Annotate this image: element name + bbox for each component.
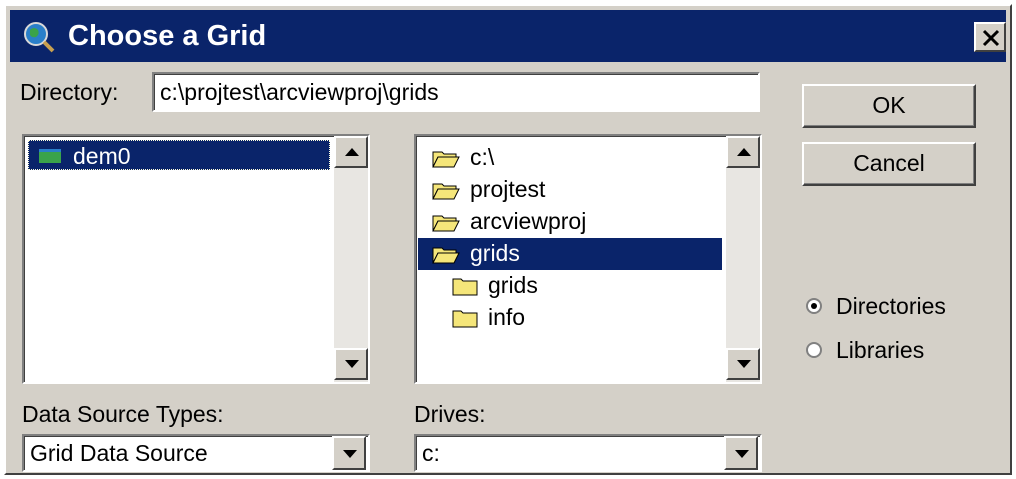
scroll-down-button[interactable] [334,348,368,380]
radio-directories[interactable]: Directories [802,290,1002,324]
dropdown-button[interactable] [332,436,366,470]
tree-item-c[interactable]: c:\ [418,142,722,174]
open-folder-icon [432,215,460,232]
libraries-label: Libraries [836,337,925,363]
arrow-down-icon [345,360,359,368]
directory-tree[interactable]: c:\ projtest arcviewproj grids grids inf… [414,134,762,384]
drives-select[interactable]: c: [414,434,762,472]
arrow-up-icon [737,148,751,156]
ok-button[interactable]: OK [802,84,976,128]
tree-item-label: info [488,304,526,330]
close-button[interactable] [974,22,1006,52]
radio-button-unchecked[interactable] [806,342,822,358]
scroll-up-button[interactable] [726,136,760,168]
radio-button-checked[interactable] [806,298,822,314]
scroll-down-button[interactable] [726,348,760,380]
tree-item-grids-selected[interactable]: grids [418,238,722,270]
scroll-up-button[interactable] [334,136,368,168]
tree-item-label: grids [470,240,520,266]
choose-grid-dialog: Choose a Grid Directory: c:\projtest\arc… [4,4,1012,475]
tree-item-label: c:\ [470,144,495,170]
data-source-types-select[interactable]: Grid Data Source [22,434,370,472]
tree-item-projtest[interactable]: projtest [418,174,722,206]
tree-item-label: grids [488,272,538,298]
grid-list-scrollbar[interactable] [334,136,368,382]
tree-item-label: arcviewproj [470,208,587,234]
tree-item-grids-child[interactable]: grids [418,270,722,302]
grid-layer-icon [39,149,61,163]
closed-folder-icon [452,310,478,328]
radio-libraries[interactable]: Libraries [802,334,1002,368]
window-title: Choose a Grid [68,20,267,52]
radio-dot [811,303,817,309]
open-folder-icon [432,247,460,264]
globe-magnifier-icon [20,18,56,54]
closed-folder-icon [452,278,478,296]
list-item-label: dem0 [73,143,131,169]
grid-list[interactable]: dem0 [22,134,370,384]
directory-value: c:\projtest\arcviewproj\grids [160,79,439,105]
tree-item-arcviewproj[interactable]: arcviewproj [418,206,722,238]
list-item-dem0[interactable]: dem0 [28,140,330,170]
directory-field[interactable]: c:\projtest\arcviewproj\grids [152,72,760,112]
tree-item-label: projtest [470,176,546,202]
directories-label: Directories [836,293,946,319]
drives-label: Drives: [414,401,486,427]
dropdown-button[interactable] [724,436,758,470]
arrow-up-icon [345,148,359,156]
open-folder-icon [432,151,460,168]
directory-tree-scrollbar[interactable] [726,136,760,382]
tree-item-info[interactable]: info [418,302,722,334]
data-source-types-value: Grid Data Source [30,440,208,466]
drives-value: c: [422,440,440,466]
title-bar[interactable]: Choose a Grid [10,10,1006,62]
open-folder-icon [432,183,460,200]
data-source-types-label: Data Source Types: [22,401,224,427]
chevron-down-icon [343,450,357,458]
cancel-button[interactable]: Cancel [802,142,976,186]
tree-list: c:\ projtest arcviewproj grids grids inf… [418,136,722,382]
close-icon [982,29,1000,47]
arrow-down-icon [737,360,751,368]
directory-label: Directory: [20,79,119,105]
chevron-down-icon [735,450,749,458]
